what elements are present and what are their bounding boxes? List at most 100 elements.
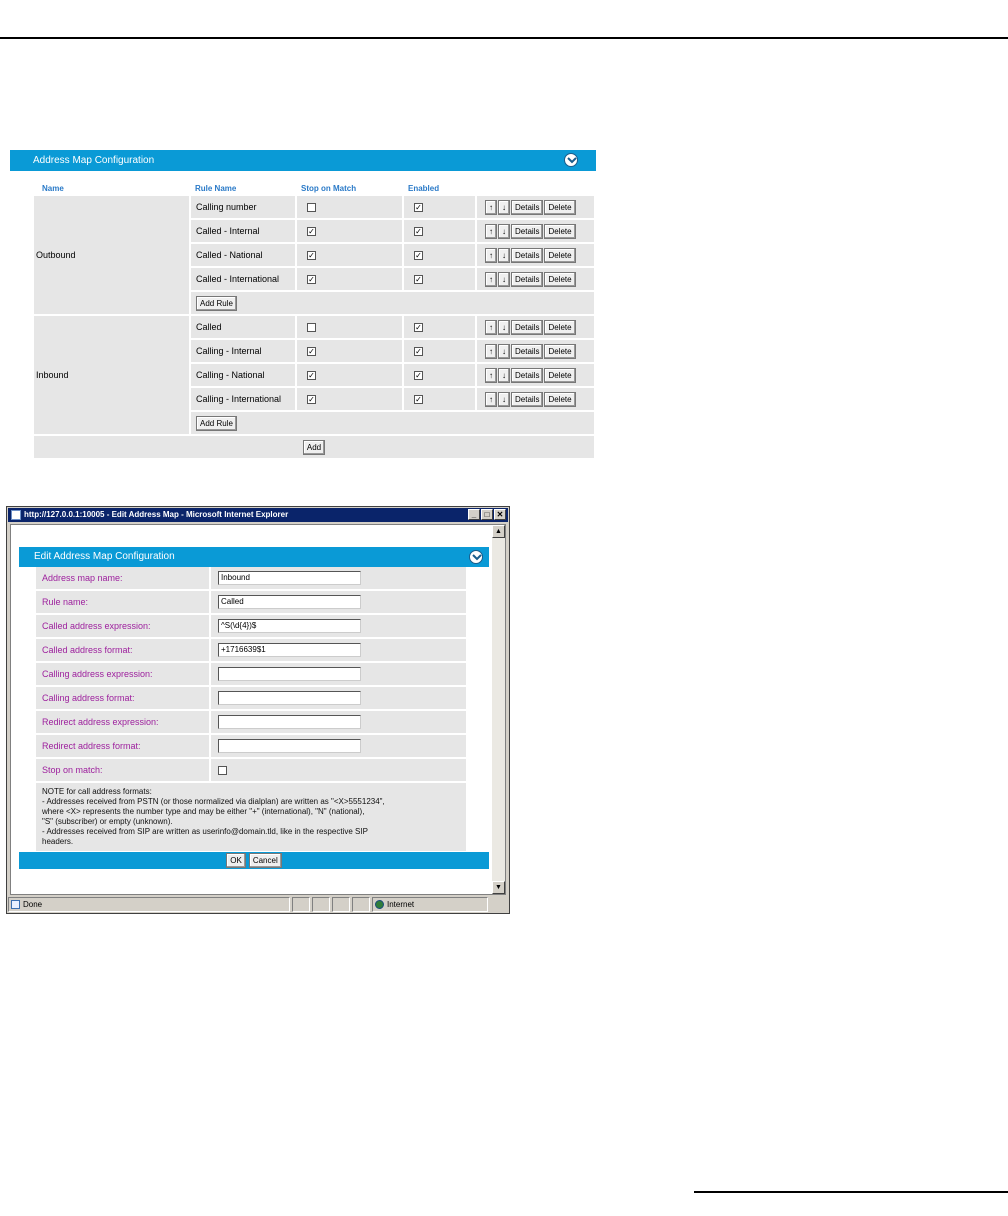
delete-button[interactable]: Delete [544,343,576,359]
move-down-button[interactable]: ↓ [498,367,510,383]
enabled-checkbox[interactable]: ✓ [414,274,423,284]
enabled-checkbox[interactable]: ✓ [414,394,423,404]
ok-button[interactable]: OK [226,853,246,868]
ie-window: http://127.0.0.1:10005 - Edit Address Ma… [6,506,510,914]
calling-address-expression-input[interactable] [218,667,361,681]
enabled-checkbox[interactable]: ✓ [414,226,423,236]
rule-name-input[interactable]: Called [218,595,361,609]
scroll-down-icon[interactable]: ▼ [492,881,505,894]
collapse-icon[interactable] [564,153,578,167]
move-down-button[interactable]: ↓ [498,271,510,287]
called-address-expression-input[interactable]: ^S(\d{4})$ [218,619,361,633]
calling-address-format-input[interactable] [218,691,361,705]
rule-name: Calling - Internal [191,340,295,362]
col-header-enabled: Enabled [408,184,440,193]
enabled-checkbox[interactable]: ✓ [414,250,423,260]
move-up-button[interactable]: ↑ [485,271,497,287]
details-button[interactable]: Details [511,391,544,407]
status-text: Done [8,897,290,912]
delete-button[interactable]: Delete [544,367,576,383]
address-map-panel: Address Map Configuration Name Rule Name… [10,150,596,458]
add-rule-button[interactable]: Add Rule [196,295,237,311]
move-up-button[interactable]: ↑ [485,343,497,359]
delete-button[interactable]: Delete [544,247,576,263]
stop-on-match-checkbox[interactable] [307,322,316,332]
form-row-calling-format: Calling address format: [36,687,489,711]
minimize-button[interactable]: _ [468,509,480,520]
status-pane [312,897,330,912]
rule-name: Called - National [191,244,295,266]
redirect-address-format-input[interactable] [218,739,361,753]
move-down-button[interactable]: ↓ [498,223,510,239]
details-button[interactable]: Details [511,319,544,335]
delete-button[interactable]: Delete [544,391,576,407]
move-up-button[interactable]: ↑ [485,319,497,335]
scroll-up-icon[interactable]: ▲ [492,525,505,538]
col-header-rule-name: Rule Name [195,184,237,193]
move-up-button[interactable]: ↑ [485,391,497,407]
delete-button[interactable]: Delete [544,223,576,239]
move-down-button[interactable]: ↓ [498,199,510,215]
maximize-button[interactable]: □ [481,509,493,520]
rule-name: Called - International [191,268,295,290]
stop-on-match-checkbox[interactable]: ✓ [307,274,316,284]
add-rule-button[interactable]: Add Rule [196,415,237,431]
move-up-button[interactable]: ↑ [485,367,497,383]
enabled-checkbox[interactable]: ✓ [414,322,423,332]
field-label: Redirect address format: [36,735,209,757]
rule-name: Calling - National [191,364,295,386]
stop-on-match-checkbox[interactable]: ✓ [307,250,316,260]
window-title: http://127.0.0.1:10005 - Edit Address Ma… [24,510,289,519]
form-row-called-format: Called address format: +1716639$1 [36,639,489,663]
rule-name: Calling - International [191,388,295,410]
field-label: Called address expression: [36,615,209,637]
redirect-address-expression-input[interactable] [218,715,361,729]
called-address-format-input[interactable]: +1716639$1 [218,643,361,657]
stop-on-match-checkbox[interactable] [218,765,227,775]
table-row: Called ✓ ↑ ↓ Details Delete [191,316,594,340]
details-button[interactable]: Details [511,271,544,287]
details-button[interactable]: Details [511,343,544,359]
edit-panel-title: Edit Address Map Configuration [34,551,175,562]
enabled-checkbox[interactable]: ✓ [414,202,423,212]
title-bar[interactable]: http://127.0.0.1:10005 - Edit Address Ma… [8,508,508,522]
edit-panel-footer: OK Cancel [19,852,489,869]
close-button[interactable]: ✕ [494,509,506,520]
form-row-called-expression: Called address expression: ^S(\d{4})$ [36,615,489,639]
form-row-address-map-name: Address map name: Inbound [36,567,489,591]
delete-button[interactable]: Delete [544,319,576,335]
collapse-icon[interactable] [469,550,483,564]
details-button[interactable]: Details [511,247,544,263]
stop-on-match-checkbox[interactable]: ✓ [307,370,316,380]
stop-on-match-checkbox[interactable]: ✓ [307,394,316,404]
details-button[interactable]: Details [511,367,544,383]
details-button[interactable]: Details [511,199,544,215]
move-down-button[interactable]: ↓ [498,319,510,335]
add-button[interactable]: Add [302,439,326,455]
stop-on-match-checkbox[interactable]: ✓ [307,346,316,356]
note-line: - Addresses received from PSTN (or those… [42,797,385,806]
move-down-button[interactable]: ↓ [498,391,510,407]
enabled-checkbox[interactable]: ✓ [414,346,423,356]
rule-name: Called - Internal [191,220,295,242]
delete-button[interactable]: Delete [544,271,576,287]
stop-on-match-checkbox[interactable] [307,202,316,212]
table-row: Calling - Internal ✓ ✓ ↑ ↓ Details Delet… [191,340,594,364]
details-button[interactable]: Details [511,223,544,239]
status-pane [332,897,350,912]
add-rule-row: Add Rule [191,412,594,434]
delete-button[interactable]: Delete [544,199,576,215]
cancel-button[interactable]: Cancel [248,853,282,868]
status-pane [352,897,370,912]
move-down-button[interactable]: ↓ [498,247,510,263]
move-up-button[interactable]: ↑ [485,247,497,263]
stop-on-match-checkbox[interactable]: ✓ [307,226,316,236]
move-up-button[interactable]: ↑ [485,199,497,215]
vertical-scrollbar[interactable]: ▲ ▼ [492,525,505,894]
move-down-button[interactable]: ↓ [498,343,510,359]
enabled-checkbox[interactable]: ✓ [414,370,423,380]
address-map-name-input[interactable]: Inbound [218,571,361,585]
group-outbound: Outbound Calling number ✓ ↑ ↓ Details De… [34,196,594,316]
move-up-button[interactable]: ↑ [485,223,497,239]
status-pane [292,897,310,912]
